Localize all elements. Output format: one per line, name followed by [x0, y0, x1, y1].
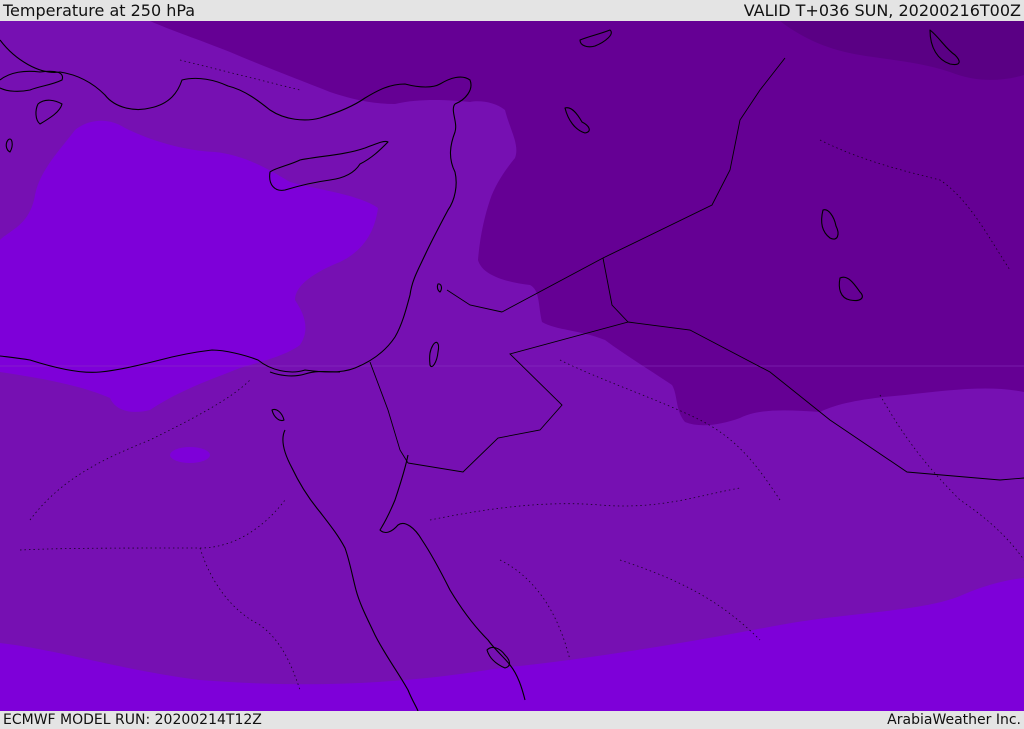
- temperature-band-warm-blob: [170, 447, 210, 463]
- valid-time-label: VALID T+036 SUN, 20200216T00Z: [743, 1, 1021, 20]
- header-bar: Temperature at 250 hPa VALID T+036 SUN, …: [0, 0, 1024, 21]
- weather-map[interactable]: [0, 21, 1024, 711]
- map-title: Temperature at 250 hPa: [3, 1, 196, 20]
- footer-bar: ECMWF MODEL RUN: 20200214T12Z ArabiaWeat…: [0, 711, 1024, 729]
- model-run-label: ECMWF MODEL RUN: 20200214T12Z: [3, 712, 262, 728]
- credit-label: ArabiaWeather Inc.: [887, 712, 1021, 728]
